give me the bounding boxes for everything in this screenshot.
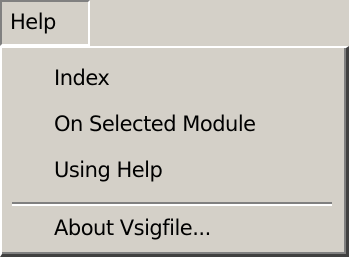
help-menu-title[interactable]: Help xyxy=(0,0,90,46)
help-dropdown-menu: Index On Selected Module Using Help Abou… xyxy=(0,46,349,257)
menu-item-on-selected-module[interactable]: On Selected Module xyxy=(54,112,256,136)
menu-item-using-help[interactable]: Using Help xyxy=(54,158,163,182)
menu-separator xyxy=(12,202,332,206)
menu-item-index[interactable]: Index xyxy=(54,66,110,90)
menu-item-about[interactable]: About Vsigfile... xyxy=(54,216,211,240)
help-menu-screen: Help Index On Selected Module Using Help… xyxy=(0,0,349,257)
